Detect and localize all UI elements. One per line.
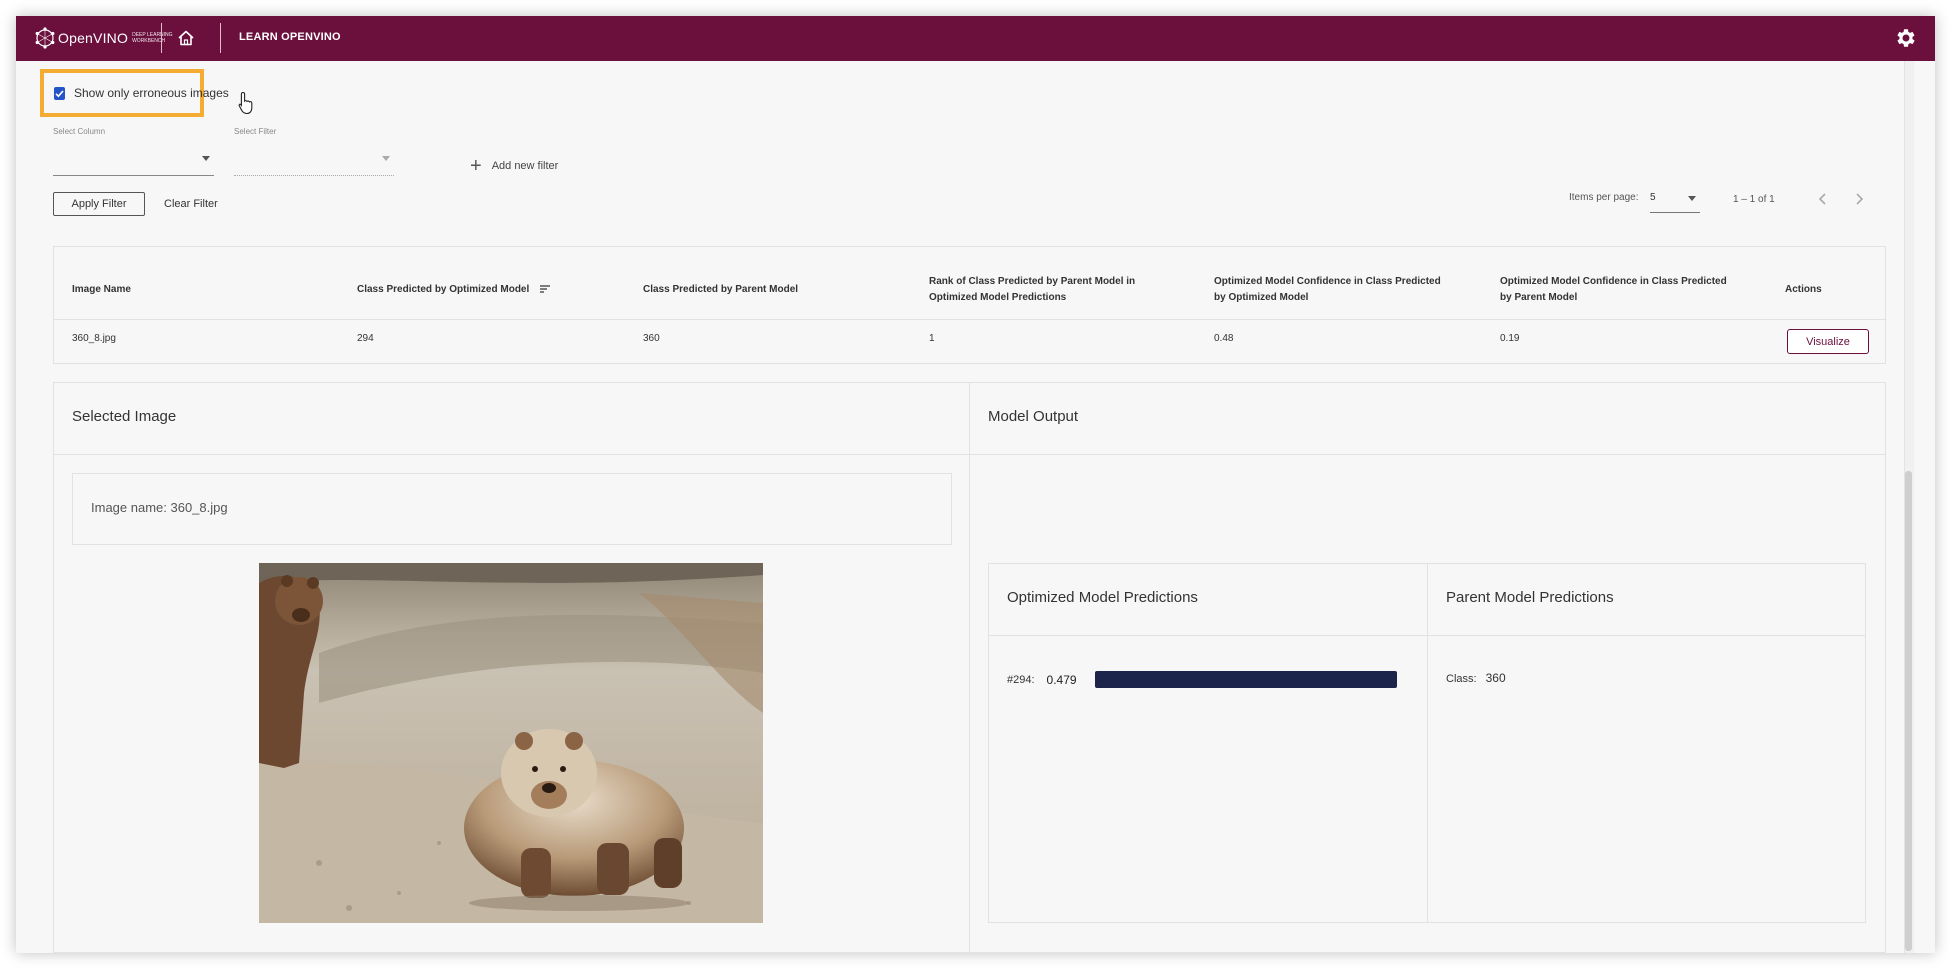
parent-predictions-title: Parent Model Predictions [1446, 589, 1614, 606]
selected-image-title: Selected Image [72, 408, 177, 425]
selected-image-panel: Selected Image Image name: 360_8.jpg [53, 382, 970, 953]
parent-class-label: Class: [1446, 673, 1477, 685]
panel-divider [970, 454, 1885, 455]
column-header-confidence-optimized[interactable]: Optimized Model Confidence in Class Pred… [1214, 274, 1454, 306]
items-per-page-select[interactable]: 5 [1650, 192, 1656, 203]
prediction-class: #294: [1007, 673, 1035, 686]
optimized-predictions-title: Optimized Model Predictions [1007, 589, 1198, 606]
pointer-cursor-icon [238, 91, 253, 115]
parent-predictions-column: Parent Model Predictions Class: 360 [1428, 564, 1865, 922]
model-output-panel: Model Output Optimized Model Predictions… [969, 382, 1886, 953]
selected-image-photo [259, 563, 763, 923]
prediction-row: #294: 0.479 [1007, 671, 1397, 688]
prediction-value: 0.479 [1046, 672, 1077, 687]
column-header-rank[interactable]: Rank of Class Predicted by Parent Model … [929, 274, 1159, 306]
panel-divider [54, 454, 969, 455]
table-row-divider [54, 319, 1885, 320]
column-header-parent-class[interactable]: Class Predicted by Parent Model [643, 282, 798, 298]
header-divider [220, 23, 221, 53]
cell-rank: 1 [929, 333, 935, 344]
parent-class-row: Class: 360 [1446, 671, 1506, 685]
pagination-range: 1 – 1 of 1 [1733, 194, 1775, 205]
results-table: Image Name Class Predicted by Optimized … [53, 246, 1886, 364]
sort-icon[interactable] [540, 284, 552, 294]
column-header-confidence-parent[interactable]: Optimized Model Confidence in Class Pred… [1500, 274, 1740, 306]
column-header-label: Class Predicted by Optimized Model [357, 284, 530, 295]
select-column-label: Select Column [53, 127, 106, 136]
apply-filter-button[interactable]: Apply Filter [53, 192, 145, 216]
dropdown-caret-icon[interactable] [1688, 196, 1696, 201]
optimized-predictions-column: Optimized Model Predictions #294: 0.479 [989, 564, 1428, 922]
add-new-filter-button[interactable]: + Add new filter [470, 156, 558, 176]
plus-icon: + [470, 155, 482, 177]
logo-subtitle: DEEP LEARNING WORKBENCH [132, 32, 173, 44]
image-name-box: Image name: 360_8.jpg [72, 473, 952, 545]
chevron-left-icon[interactable] [1814, 190, 1832, 208]
checkbox-check-icon [55, 89, 64, 97]
erroneous-checkbox-label: Show only erroneous images [74, 86, 229, 100]
items-per-page-label: Items per page: [1569, 192, 1639, 203]
cell-parent-class: 360 [643, 333, 660, 344]
select-filter-dropdown[interactable] [234, 175, 394, 176]
dropdown-caret-icon[interactable] [382, 156, 390, 161]
prediction-bar-fill [1094, 671, 1397, 688]
erroneous-checkbox[interactable] [54, 86, 65, 100]
select-filter-label: Select Filter [234, 127, 277, 136]
column-header-actions: Actions [1785, 284, 1822, 295]
home-button[interactable] [174, 26, 198, 50]
cell-image-name: 360_8.jpg [72, 333, 116, 344]
parent-class-value: 360 [1485, 671, 1506, 685]
logo-text: OpenVINO [58, 30, 129, 46]
cell-confidence-parent: 0.19 [1500, 333, 1520, 344]
cell-optimized-class: 294 [357, 333, 374, 344]
column-divider [989, 635, 1427, 636]
visualize-button[interactable]: Visualize [1787, 329, 1869, 354]
cell-confidence-optimized: 0.48 [1214, 333, 1234, 344]
openvino-logo-icon [35, 27, 55, 49]
column-divider [1428, 635, 1865, 636]
image-name: Image name: 360_8.jpg [91, 500, 228, 515]
home-icon [178, 30, 194, 46]
chevron-right-icon[interactable] [1850, 190, 1868, 208]
top-bar: OpenVINO DEEP LEARNING WORKBENCH LEARN O… [16, 16, 1935, 61]
dropdown-caret-icon[interactable] [202, 156, 210, 161]
model-output-title: Model Output [988, 408, 1079, 425]
openvino-logo[interactable]: OpenVINO DEEP LEARNING WORKBENCH [34, 22, 180, 54]
erroneous-images-toggle[interactable]: Show only erroneous images [40, 69, 229, 117]
column-header-image-name[interactable]: Image Name [72, 282, 131, 298]
column-header-optimized-class[interactable]: Class Predicted by Optimized Model [357, 282, 552, 298]
items-per-page-underline [1650, 212, 1700, 213]
header-divider [161, 23, 162, 53]
gear-icon[interactable] [1894, 26, 1918, 50]
select-column-dropdown[interactable] [53, 175, 214, 176]
add-filter-label: Add new filter [491, 160, 559, 172]
predictions-container: Optimized Model Predictions #294: 0.479 … [988, 563, 1866, 923]
scrollbar-thumb[interactable] [1905, 471, 1912, 951]
clear-filter-button[interactable]: Clear Filter [164, 198, 218, 210]
app-window: OpenVINO DEEP LEARNING WORKBENCH LEARN O… [16, 16, 1935, 953]
prediction-bar [1094, 671, 1397, 688]
learn-openvino-link[interactable]: LEARN OPENVINO [239, 31, 341, 43]
